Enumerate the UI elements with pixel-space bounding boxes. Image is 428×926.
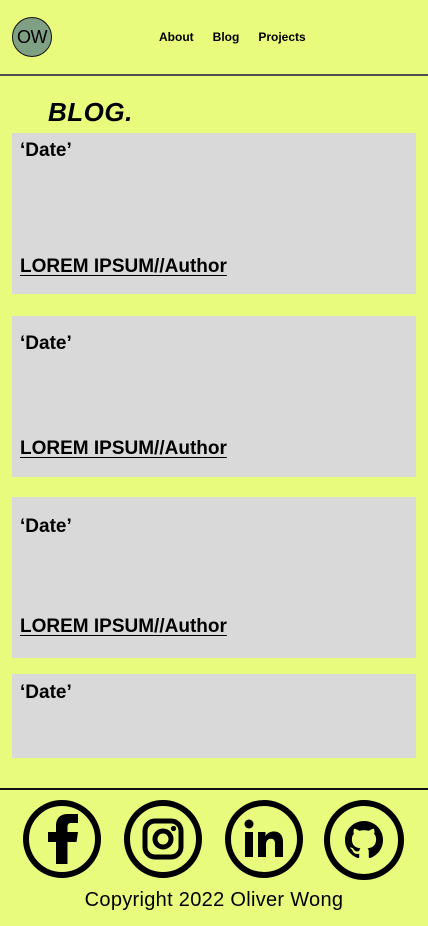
instagram-link[interactable] [124, 800, 202, 878]
post-link[interactable]: LOREM IPSUM//Author [20, 438, 227, 460]
post-date: ‘Date’ [20, 333, 72, 354]
blog-post-card: ‘Date’ LOREM IPSUM//Author [12, 316, 416, 477]
blog-post-card: ‘Date’ LOREM IPSUM//Author [12, 133, 416, 294]
site-logo[interactable]: OW [12, 17, 52, 57]
facebook-link[interactable] [23, 800, 101, 878]
site-header: OW About Blog Projects [0, 0, 428, 76]
nav-link-blog[interactable]: Blog [213, 30, 240, 44]
nav-link-about[interactable]: About [159, 30, 194, 44]
nav-link-projects[interactable]: Projects [258, 30, 305, 44]
github-icon [345, 821, 383, 859]
instagram-icon [142, 818, 184, 860]
post-date: ‘Date’ [20, 682, 72, 703]
post-link[interactable]: LOREM IPSUM//Author [20, 616, 227, 638]
main-nav: About Blog Projects [159, 30, 306, 44]
page-title: BLOG. [48, 97, 133, 127]
post-link[interactable]: LOREM IPSUM//Author [20, 256, 227, 278]
footer-divider [0, 788, 428, 790]
post-date: ‘Date’ [20, 140, 72, 161]
linkedin-icon [244, 819, 283, 857]
blog-post-card: ‘Date’ [12, 674, 416, 758]
blog-post-card: ‘Date’ LOREM IPSUM//Author [12, 497, 416, 658]
copyright-text: Copyright 2022 Oliver Wong [84, 889, 344, 911]
facebook-icon [48, 814, 78, 864]
linkedin-link[interactable] [225, 800, 303, 878]
post-date: ‘Date’ [20, 516, 72, 537]
github-link[interactable] [324, 800, 404, 880]
